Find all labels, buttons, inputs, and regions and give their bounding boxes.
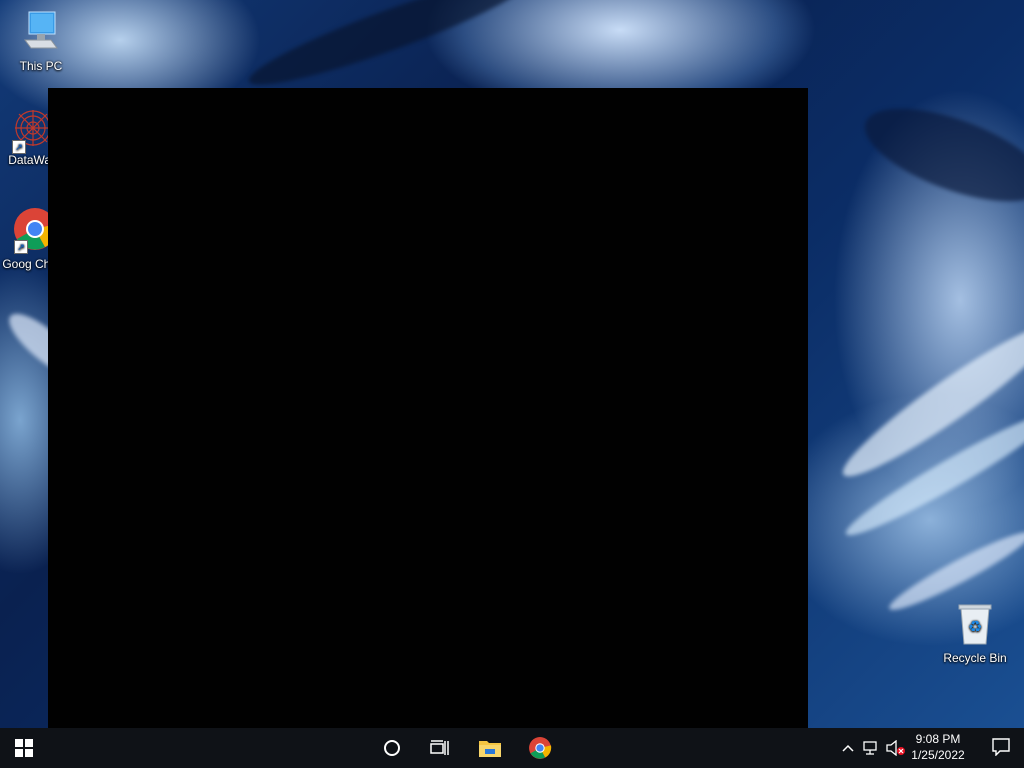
blank-app-window[interactable] bbox=[48, 88, 808, 728]
taskbar-clock[interactable]: 9:08 PM 1/25/2022 bbox=[900, 731, 976, 763]
action-center-button[interactable] bbox=[992, 738, 1010, 761]
desktop-icon-label: This PC bbox=[19, 59, 63, 73]
shortcut-arrow-icon: ↗ bbox=[12, 140, 26, 154]
file-explorer-button[interactable] bbox=[466, 728, 514, 768]
task-view-icon bbox=[430, 740, 449, 755]
wallpaper-streak bbox=[832, 309, 1024, 491]
computer-icon bbox=[24, 11, 58, 49]
network-button[interactable] bbox=[860, 728, 882, 768]
chevron-up-icon bbox=[842, 744, 854, 752]
clock-time: 9:08 PM bbox=[915, 732, 961, 746]
file-explorer-icon bbox=[479, 741, 501, 757]
shortcut-arrow-icon: ↗ bbox=[14, 240, 28, 254]
wallpaper-streak bbox=[242, 0, 538, 101]
notification-icon bbox=[992, 738, 1010, 757]
system-tray: 9:08 PM 1/25/2022 bbox=[824, 728, 1024, 768]
start-button[interactable] bbox=[0, 728, 48, 768]
network-icon bbox=[863, 741, 877, 755]
task-view-button[interactable] bbox=[416, 728, 464, 768]
wallpaper-streak bbox=[853, 89, 1024, 221]
desktop-icon-label: Recycle Bin bbox=[943, 651, 1007, 665]
recycle-bin-icon: ♻ bbox=[958, 604, 992, 645]
show-hidden-icons-button[interactable] bbox=[838, 728, 858, 768]
clock-date: 1/25/2022 bbox=[911, 748, 965, 762]
cortana-circle-icon bbox=[384, 740, 400, 756]
svg-text:♻: ♻ bbox=[968, 617, 982, 636]
taskbar: 9:08 PM 1/25/2022 bbox=[0, 728, 1024, 768]
windows-logo-icon bbox=[15, 739, 33, 757]
desktop-icon-this-pc[interactable]: This PC bbox=[4, 10, 78, 73]
cortana-button[interactable] bbox=[368, 728, 416, 768]
desktop-icon-recycle-bin[interactable]: ♻ Recycle Bin bbox=[938, 602, 1012, 665]
chrome-taskbar-button[interactable] bbox=[516, 728, 564, 768]
chrome-icon bbox=[529, 737, 552, 759]
